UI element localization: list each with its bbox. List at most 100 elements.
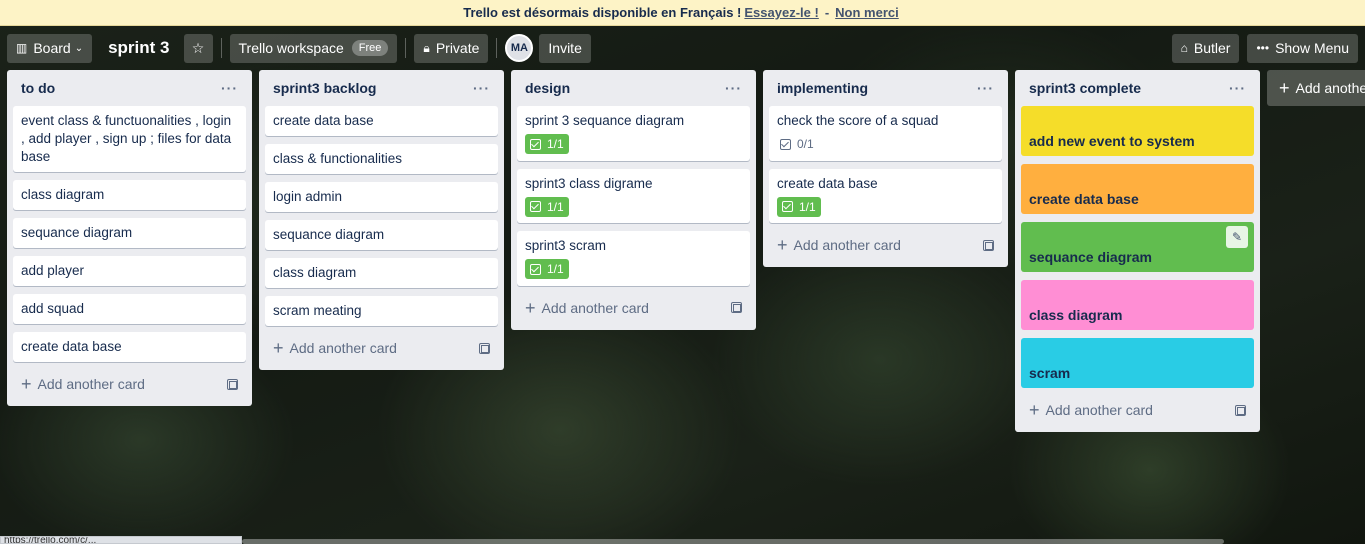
cover-card[interactable]: sequance diagram ✎: [1021, 222, 1254, 272]
list-implementing: implementing ··· check the score of a sq…: [763, 70, 1008, 267]
add-card-label-wrap: + Add another card: [1029, 401, 1153, 419]
card-template-icon[interactable]: [479, 342, 490, 354]
plus-icon: +: [1029, 400, 1040, 420]
checkbox-icon: [530, 138, 541, 150]
card[interactable]: create data base: [13, 332, 246, 362]
card[interactable]: class & functionalities: [265, 144, 498, 174]
card-title: class diagram: [1029, 307, 1123, 323]
list-header[interactable]: design ···: [517, 70, 750, 106]
plus-icon: +: [525, 297, 536, 318]
list-title[interactable]: implementing: [777, 80, 868, 96]
card[interactable]: sprint 3 sequance diagram 1/1: [517, 106, 750, 161]
card-title: create data base: [1029, 191, 1139, 207]
list-menu-icon[interactable]: ···: [473, 80, 490, 96]
list-header[interactable]: implementing ···: [769, 70, 1002, 106]
more-icon: •••: [1256, 41, 1270, 55]
add-list-label: Add another list: [1295, 80, 1365, 96]
card-title: scram: [1029, 365, 1071, 381]
list-menu-icon[interactable]: ···: [221, 80, 238, 96]
plus-icon: +: [273, 338, 284, 358]
list-title[interactable]: sprint3 complete: [1029, 80, 1141, 96]
add-list-button[interactable]: + Add another list: [1267, 70, 1365, 106]
card[interactable]: sprint3 class digrame 1/1: [517, 168, 750, 223]
checkbox-icon: [780, 138, 791, 150]
list-title[interactable]: to do: [21, 80, 55, 96]
checklist-badge: 0/1: [777, 134, 817, 154]
board-switcher-label: Board: [33, 40, 71, 56]
list-title[interactable]: sprint3 backlog: [273, 80, 376, 96]
list-menu-icon[interactable]: ···: [725, 80, 742, 96]
add-card-label-wrap: + Add another card: [273, 339, 397, 357]
cover-card[interactable]: create data base: [1021, 164, 1254, 214]
add-card-button[interactable]: + Add another card: [1021, 396, 1254, 424]
banner-try-link[interactable]: Essayez-le !: [744, 5, 818, 20]
butler-button[interactable]: ⌂ Butler: [1171, 33, 1240, 63]
banner-dismiss-link[interactable]: Non merci: [835, 5, 899, 20]
plus-icon: +: [21, 374, 32, 394]
board-switcher-button[interactable]: ▥ Board ⌄: [7, 33, 93, 63]
add-card-button[interactable]: + Add another card: [265, 334, 498, 362]
workspace-label: Trello workspace: [238, 40, 344, 56]
cover-card[interactable]: add new event to system: [1021, 106, 1254, 156]
lock-icon: 🔒︎: [423, 40, 430, 55]
butler-label: Butler: [1193, 40, 1231, 56]
card-title: check the score of a squad: [777, 113, 939, 128]
pencil-icon[interactable]: ✎: [1226, 226, 1248, 248]
card[interactable]: event class & functuonalities , login , …: [13, 106, 246, 172]
checklist-badge: 1/1: [525, 259, 569, 279]
add-card-button[interactable]: + Add another card: [13, 370, 246, 398]
workspace-button[interactable]: Trello workspace Free: [229, 33, 398, 63]
card[interactable]: sprint3 scram 1/1: [517, 231, 750, 286]
card[interactable]: login admin: [265, 182, 498, 212]
checklist-badge: 1/1: [525, 196, 569, 217]
list-header[interactable]: sprint3 complete ···: [1021, 70, 1254, 106]
add-card-label: Add another card: [541, 299, 649, 316]
card-template-icon[interactable]: [1235, 404, 1246, 416]
card-title: sequance diagram: [1029, 249, 1152, 265]
list-menu-icon[interactable]: ···: [977, 80, 994, 96]
add-card-button[interactable]: + Add another card: [769, 231, 1002, 259]
card-title: create data base: [777, 175, 878, 191]
add-card-button[interactable]: + Add another card: [517, 294, 750, 322]
horizontal-scrollbar[interactable]: [242, 539, 1224, 544]
chevron-down-icon: ⌄: [74, 42, 84, 54]
show-menu-label: Show Menu: [1275, 40, 1349, 56]
header-divider: [496, 38, 498, 58]
board-header: ▥ Board ⌄ sprint 3 ☆ Trello workspace Fr…: [0, 27, 1365, 69]
visibility-button[interactable]: 🔒︎ Private: [414, 33, 489, 63]
list-menu-icon[interactable]: ···: [1229, 80, 1246, 96]
board-title[interactable]: sprint 3: [108, 38, 169, 58]
card[interactable]: class diagram: [265, 258, 498, 288]
card-template-icon[interactable]: [983, 239, 994, 251]
card[interactable]: add squad: [13, 294, 246, 324]
card[interactable]: sequance diagram: [265, 220, 498, 250]
workspace-free-badge: Free: [351, 40, 389, 56]
card-title: sprint3 scram: [525, 238, 607, 253]
list-header[interactable]: to do ···: [13, 70, 246, 106]
card-template-icon[interactable]: [227, 378, 238, 390]
list-header[interactable]: sprint3 backlog ···: [265, 70, 498, 106]
card[interactable]: create data base: [265, 106, 498, 136]
star-button[interactable]: ☆: [183, 33, 213, 63]
card-template-icon[interactable]: [731, 302, 742, 313]
checklist-count: 1/1: [547, 262, 564, 276]
invite-button[interactable]: Invite: [539, 33, 591, 63]
list-title[interactable]: design: [525, 80, 570, 96]
status-bar-url: https://trello.com/c/...: [0, 536, 242, 544]
show-menu-button[interactable]: ••• Show Menu: [1247, 33, 1358, 63]
card[interactable]: create data base 1/1: [769, 168, 1002, 223]
checklist-badge: 1/1: [777, 196, 821, 217]
card[interactable]: class diagram: [13, 180, 246, 210]
card[interactable]: add player: [13, 256, 246, 286]
add-card-label: Add another card: [1045, 402, 1153, 418]
cover-card[interactable]: class diagram: [1021, 280, 1254, 330]
header-divider: [405, 38, 407, 58]
card[interactable]: check the score of a squad 0/1: [769, 106, 1002, 161]
cover-card[interactable]: scram: [1021, 338, 1254, 388]
card-title: add new event to system: [1029, 133, 1195, 149]
member-avatar[interactable]: MA: [505, 34, 534, 62]
card[interactable]: scram meating: [265, 296, 498, 326]
butler-icon: ⌂: [1180, 41, 1188, 55]
card[interactable]: sequance diagram: [13, 218, 246, 248]
header-divider: [220, 38, 222, 58]
